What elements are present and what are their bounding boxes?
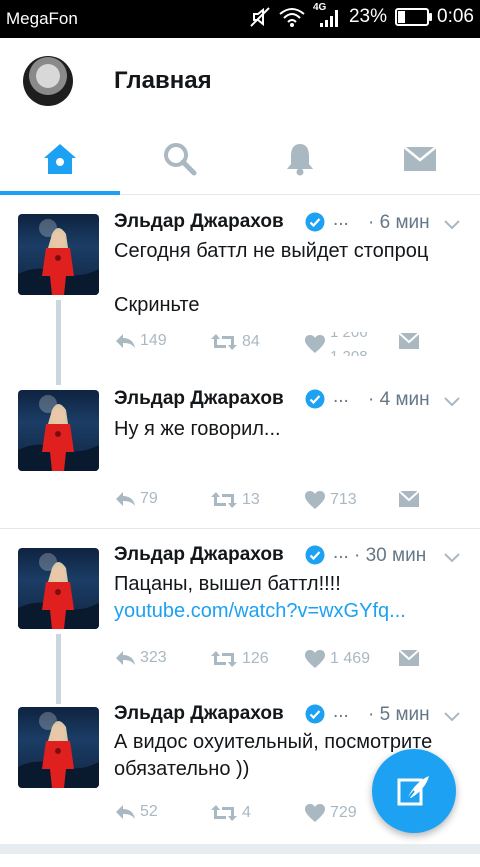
tweet-actions: 323 126 1 469 <box>114 649 434 673</box>
tweet-time: · 4 мин <box>368 389 430 410</box>
envelope-icon <box>398 649 420 666</box>
name-ellipsis: ... <box>333 386 349 407</box>
reply-button[interactable]: 323 <box>114 649 167 667</box>
heart-icon <box>305 491 325 509</box>
tab-messages[interactable] <box>360 124 480 194</box>
author-avatar[interactable] <box>18 214 99 295</box>
author-avatar[interactable] <box>18 548 99 629</box>
reply-icon <box>116 651 135 665</box>
profile-avatar[interactable] <box>23 56 73 106</box>
author-avatar[interactable] <box>18 707 99 788</box>
tweet-time: · 30 мин <box>354 545 427 566</box>
bottom-edge <box>0 844 480 854</box>
envelope-icon <box>398 490 420 507</box>
name-ellipsis: ... <box>333 701 349 722</box>
tweet-actions: 149 84 1 206 1 208 <box>114 332 434 356</box>
heart-icon <box>305 650 325 668</box>
author-name[interactable]: Эльдар Джарахов <box>114 703 284 725</box>
verified-badge-icon <box>305 212 325 232</box>
reply-count: 149 <box>140 332 167 349</box>
name-ellipsis: ... <box>333 542 349 563</box>
retweet-count: 4 <box>242 804 251 821</box>
like-count: 1 469 <box>330 650 371 667</box>
bell-icon <box>287 144 313 176</box>
dm-button[interactable] <box>398 490 420 508</box>
clock: 0:06 <box>437 6 474 27</box>
retweet-count: 84 <box>242 333 260 350</box>
reply-count: 79 <box>140 490 158 507</box>
mute-icon <box>250 7 270 27</box>
battery-percent: 23% <box>348 6 388 27</box>
retweet-button[interactable]: 13 <box>210 490 260 510</box>
retweet-count: 126 <box>242 650 269 667</box>
like-button[interactable]: 1 469 <box>304 649 370 669</box>
wifi-icon <box>279 8 305 27</box>
like-count: 729 <box>330 804 357 821</box>
carrier-name: MegaFon <box>6 9 78 28</box>
page-title: Главная <box>114 67 212 94</box>
tab-notifications[interactable] <box>240 124 360 194</box>
status-bar: MegaFon 4G 23% 0:06 <box>0 0 480 38</box>
verified-badge-icon <box>305 389 325 409</box>
reply-count: 52 <box>140 803 158 820</box>
chevron-down-icon[interactable] <box>444 220 460 230</box>
tweet-link[interactable]: youtube.com/watch?v=wxGYfq... <box>114 598 406 625</box>
retweet-icon <box>211 492 237 508</box>
tab-home[interactable] <box>0 124 120 195</box>
like-button[interactable]: 1 206 1 208 <box>304 332 380 356</box>
reply-icon <box>116 805 135 819</box>
reply-count: 323 <box>140 649 167 666</box>
reply-button[interactable]: 149 <box>114 332 167 350</box>
like-count-rolling-in: 1 208 <box>330 348 368 356</box>
reply-icon <box>116 334 135 348</box>
retweet-button[interactable]: 84 <box>210 332 260 352</box>
retweet-icon <box>211 651 237 667</box>
retweet-button[interactable]: 4 <box>210 803 251 823</box>
author-name[interactable]: Эльдар Джарахов <box>114 544 284 566</box>
envelope-icon <box>398 332 420 349</box>
tweet-text: Пацаны, вышел баттл!!!! youtube.com/watc… <box>114 571 406 625</box>
tweet-text: Ну я же говорил... <box>114 418 281 440</box>
author-name[interactable]: Эльдар Джарахов <box>114 211 284 233</box>
tab-search[interactable] <box>120 124 240 194</box>
retweet-button[interactable]: 126 <box>210 649 269 669</box>
retweet-count: 13 <box>242 491 260 508</box>
dm-button[interactable] <box>398 332 420 350</box>
tweet-actions: 79 13 713 <box>114 490 434 514</box>
chevron-down-icon[interactable] <box>444 397 460 407</box>
compose-tweet-icon <box>397 776 429 806</box>
cellular-signal-icon: 4G <box>313 2 341 28</box>
tweet-time: · 6 мин <box>368 212 430 233</box>
envelope-icon <box>403 146 437 171</box>
tab-bar <box>0 124 480 195</box>
like-button[interactable]: 713 <box>304 490 357 510</box>
home-icon <box>44 144 76 174</box>
like-count: 713 <box>330 491 357 508</box>
app-header: Главная <box>0 38 480 124</box>
like-count-rolling-out: 1 206 <box>330 332 368 341</box>
dm-button[interactable] <box>398 649 420 667</box>
author-avatar[interactable] <box>18 390 99 471</box>
battery-icon <box>395 8 433 26</box>
search-icon <box>164 143 197 176</box>
tweet[interactable]: Эльдар Джарахов ... · 4 мин Ну я же гово… <box>0 370 480 528</box>
retweet-icon <box>211 805 237 821</box>
like-button[interactable]: 729 <box>304 803 357 823</box>
name-ellipsis: ... <box>333 209 349 230</box>
chevron-down-icon[interactable] <box>444 712 460 722</box>
chevron-down-icon[interactable] <box>444 553 460 563</box>
reply-button[interactable]: 79 <box>114 490 158 508</box>
tweet-text: Сегодня баттл не выйдет стопроц Скриньте <box>114 240 429 316</box>
tweet[interactable]: Эльдар Джарахов ... · 6 мин Сегодня батт… <box>0 195 480 385</box>
reply-button[interactable]: 52 <box>114 803 158 821</box>
heart-icon <box>305 804 325 822</box>
retweet-icon <box>211 334 237 350</box>
compose-tweet-button[interactable] <box>372 749 456 833</box>
verified-badge-icon <box>305 545 325 565</box>
reply-icon <box>116 492 135 506</box>
heart-icon <box>305 335 325 353</box>
verified-badge-icon <box>305 704 325 724</box>
tweet-time: · 5 мин <box>368 704 430 725</box>
author-name[interactable]: Эльдар Джарахов <box>114 388 284 410</box>
